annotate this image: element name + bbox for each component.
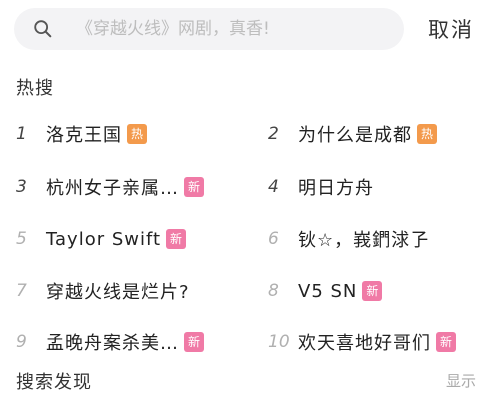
rank-number: 8	[268, 281, 279, 301]
new-badge: 新	[184, 332, 204, 352]
hot-search-item-4[interactable]: 4 明日方舟	[268, 172, 374, 202]
rank-number: 9	[16, 332, 27, 352]
hot-search-term: 穿越火线是烂片?	[46, 282, 190, 303]
rank-number: 10	[268, 332, 290, 352]
new-badge: 新	[436, 332, 456, 352]
hot-search-term: 孟晚舟案杀美…	[46, 333, 179, 354]
hot-search-term: 明日方舟	[298, 178, 374, 199]
hot-search-item-6[interactable]: 6 钬☆，峩鍆浗孒	[268, 224, 429, 254]
search-input[interactable]	[76, 19, 396, 39]
search-bar[interactable]	[14, 8, 404, 50]
hot-badge: 热	[417, 124, 437, 144]
hot-search-item-9[interactable]: 9 孟晚舟案杀美… 新	[16, 327, 204, 357]
hot-search-term: 为什么是成都	[298, 125, 412, 146]
hot-search-item-1[interactable]: 1 洛克王国 热	[16, 119, 147, 149]
rank-number: 1	[16, 124, 27, 144]
hot-search-term: 欢天喜地好哥们	[298, 333, 431, 354]
search-icon	[34, 20, 52, 38]
hot-search-item-3[interactable]: 3 杭州女子亲属… 新	[16, 172, 204, 202]
rank-number: 6	[268, 229, 279, 249]
hot-search-term: 洛克王国	[46, 125, 122, 146]
rank-number: 3	[16, 177, 27, 197]
new-badge: 新	[166, 229, 187, 249]
hot-search-title: 热搜	[16, 78, 54, 99]
rank-number: 5	[16, 229, 27, 249]
hot-search-term: V5 SN	[298, 280, 358, 302]
hot-badge: 热	[127, 124, 147, 144]
cancel-button[interactable]: 取消	[428, 14, 474, 44]
hot-search-term: 钬☆，峩鍆浗孒	[298, 230, 430, 251]
hot-search-item-2[interactable]: 2 为什么是成都 热	[268, 119, 437, 149]
rank-number: 2	[268, 124, 279, 144]
discover-show-toggle[interactable]: 显示	[446, 370, 476, 391]
hot-search-item-10[interactable]: 10 欢天喜地好哥们 新	[268, 327, 456, 357]
search-discover-title: 搜索发现	[16, 372, 92, 393]
rank-number: 7	[16, 281, 27, 301]
rank-number: 4	[268, 177, 279, 197]
hot-search-item-7[interactable]: 7 穿越火线是烂片?	[16, 276, 190, 306]
hot-search-item-5[interactable]: 5 Taylor Swift 新	[16, 224, 187, 254]
new-badge: 新	[362, 281, 383, 301]
hot-search-item-8[interactable]: 8 V5 SN 新	[268, 276, 383, 306]
new-badge: 新	[184, 177, 204, 197]
hot-search-term: Taylor Swift	[46, 228, 162, 250]
hot-search-term: 杭州女子亲属…	[46, 178, 179, 199]
